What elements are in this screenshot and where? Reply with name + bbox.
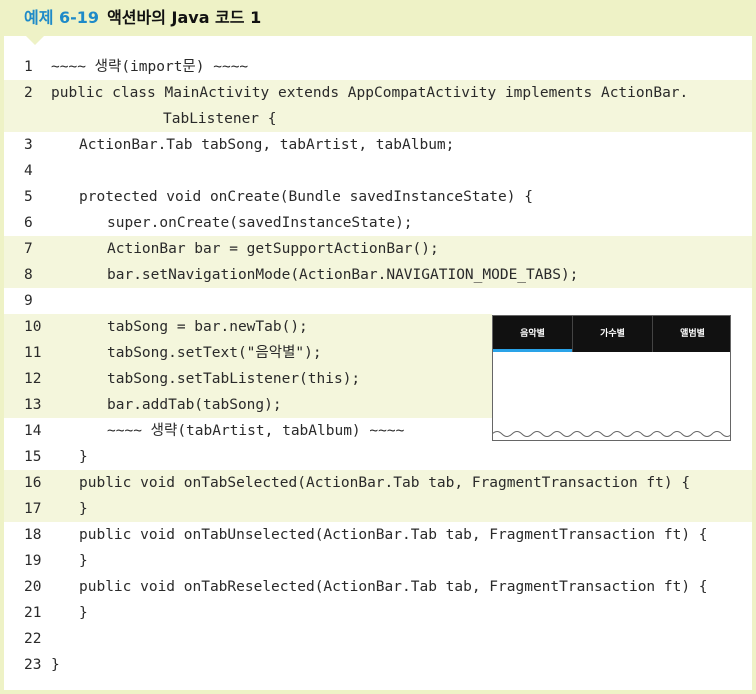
code-line: 23} (4, 652, 752, 678)
line-number: 14 (24, 423, 42, 439)
code-line: 8 bar.setNavigationMode(ActionBar.NAVIGAT… (4, 262, 752, 288)
code-text: protected void onCreate(Bundle savedInst… (79, 189, 533, 205)
code-text: bar.setNavigationMode(ActionBar.NAVIGATI… (107, 267, 579, 283)
line-number: 18 (24, 527, 42, 543)
code-text: tabSong = bar.newTab(); (107, 319, 308, 335)
line-number: 15 (24, 449, 42, 465)
line-number: 5 (24, 189, 33, 205)
example-number: 예제 6-19 (24, 8, 100, 27)
code-line: 9 (4, 288, 752, 314)
code-line: 16 public void onTabSelected(ActionBar.Ta… (4, 470, 752, 496)
code-text: ~~~~ 생략(import문) ~~~~ (51, 59, 249, 75)
line-number: 19 (24, 553, 42, 569)
line-number: 13 (24, 397, 42, 413)
code-line: 10 tabSong = bar.newTab(); (4, 314, 492, 340)
code-line: 21} (4, 600, 752, 626)
line-number: 12 (24, 371, 42, 387)
code-text: } (51, 657, 60, 673)
code-text: } (79, 605, 88, 621)
code-text: bar.addTab(tabSong); (107, 397, 282, 413)
code-text: public class MainActivity extends AppCom… (51, 85, 689, 101)
code-line: 5 protected void onCreate(Bundle savedIns… (4, 184, 752, 210)
code-text: ~~~~ 생략(tabArtist, tabAlbum) ~~~~ (107, 423, 405, 439)
line-number: 16 (24, 475, 42, 491)
header-notch (26, 36, 44, 45)
code-line: 12 tabSong.setTabListener(this); (4, 366, 492, 392)
code-line: 22 (4, 626, 752, 652)
code-text: super.onCreate(savedInstanceState); (107, 215, 413, 231)
code-text: } (79, 553, 88, 569)
line-number: 23 (24, 657, 42, 673)
line-number: 2 (24, 85, 33, 101)
code-line: 2 public class MainActivity extends AppCo… (4, 80, 752, 106)
code-line: 4 (4, 158, 752, 184)
line-number: 6 (24, 215, 33, 231)
code-text: TabListener { (163, 111, 277, 127)
code-text: } (79, 501, 88, 517)
example-caption: 액션바의 Java 코드 1 (107, 8, 262, 27)
line-number: 10 (24, 319, 42, 335)
line-number: 9 (24, 293, 33, 309)
code-line: 17} (4, 496, 752, 522)
line-number: 7 (24, 241, 33, 257)
preview-tab-artist[interactable]: 가수별 (573, 316, 653, 352)
code-text: public void onTabSelected(ActionBar.Tab … (79, 475, 691, 491)
actionbar-preview: 음악별 가수별 앨범별 (492, 315, 731, 441)
code-text: public void onTabUnselected(ActionBar.Ta… (79, 527, 708, 543)
line-number: 11 (24, 345, 42, 361)
code-text: tabSong.setTabListener(this); (107, 371, 361, 387)
code-line: TabListener { (4, 106, 752, 132)
torn-edge-wave (493, 431, 730, 440)
preview-tab-music[interactable]: 음악별 (493, 316, 573, 352)
code-text: tabSong.setText("음악별"); (107, 345, 322, 361)
code-line: 15} (4, 444, 752, 470)
preview-tab-album[interactable]: 앨범별 (653, 316, 730, 352)
line-number: 4 (24, 163, 33, 179)
line-number: 1 (24, 59, 33, 75)
line-number: 22 (24, 631, 42, 647)
code-line: 3 ActionBar.Tab tabSong, tabArtist, tabAl… (4, 132, 752, 158)
line-number: 3 (24, 137, 33, 153)
line-number: 8 (24, 267, 33, 283)
code-line: 7 ActionBar bar = getSupportActionBar(); (4, 236, 752, 262)
code-line: 6 super.onCreate(savedInstanceState); (4, 210, 752, 236)
code-line: 11 tabSong.setText("음악별"); (4, 340, 492, 366)
code-text: ActionBar.Tab tabSong, tabArtist, tabAlb… (79, 137, 455, 153)
code-line: 13 bar.addTab(tabSong); (4, 392, 492, 418)
code-text: } (79, 449, 88, 465)
code-line: 1 ~~~~ 생략(import문) ~~~~ (4, 54, 752, 80)
code-text: ActionBar bar = getSupportActionBar(); (107, 241, 439, 257)
code-line: 20 public void onTabReselected(ActionBar.… (4, 574, 752, 600)
code-line: 18 public void onTabUnselected(ActionBar.… (4, 522, 752, 548)
code-text: public void onTabReselected(ActionBar.Ta… (79, 579, 708, 595)
preview-tab-bar: 음악별 가수별 앨범별 (493, 316, 730, 352)
line-number: 21 (24, 605, 42, 621)
example-title: 예제 6-19 액션바의 Java 코드 1 (24, 8, 261, 28)
line-number: 17 (24, 501, 42, 517)
line-number: 20 (24, 579, 42, 595)
example-header: 예제 6-19 액션바의 Java 코드 1 (0, 0, 756, 36)
code-line: 19} (4, 548, 752, 574)
